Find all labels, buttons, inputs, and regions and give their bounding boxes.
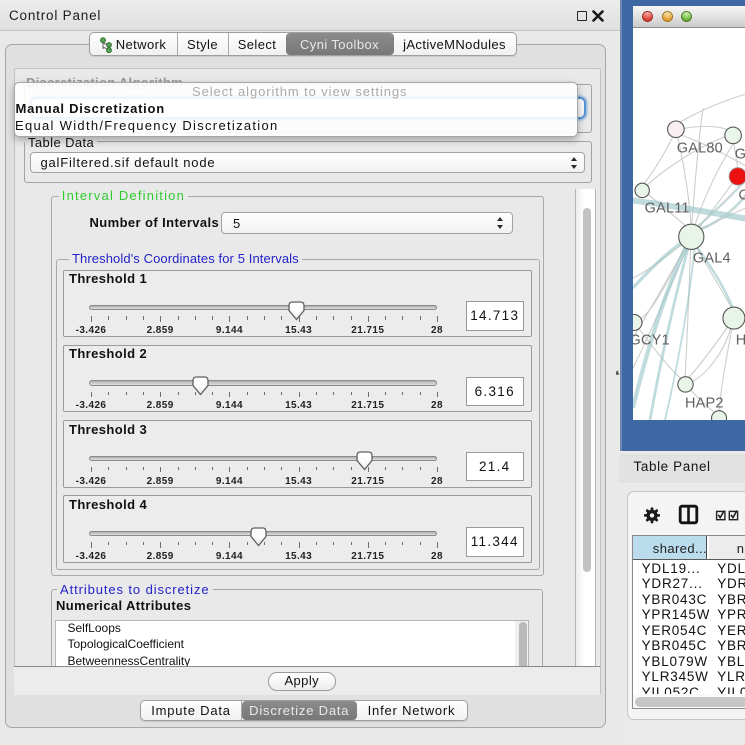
svg-text:GAL80: GAL80 <box>676 141 722 157</box>
svg-text:HAP2: HAP2 <box>685 396 724 412</box>
svg-text:H: H <box>735 333 745 349</box>
svg-text:GCY1: GCY1 <box>633 333 670 349</box>
svg-text:C: C <box>738 188 745 204</box>
svg-text:GAL4: GAL4 <box>692 250 730 266</box>
svg-text:GAL11: GAL11 <box>644 201 689 217</box>
svg-text:GA: GA <box>734 147 745 163</box>
